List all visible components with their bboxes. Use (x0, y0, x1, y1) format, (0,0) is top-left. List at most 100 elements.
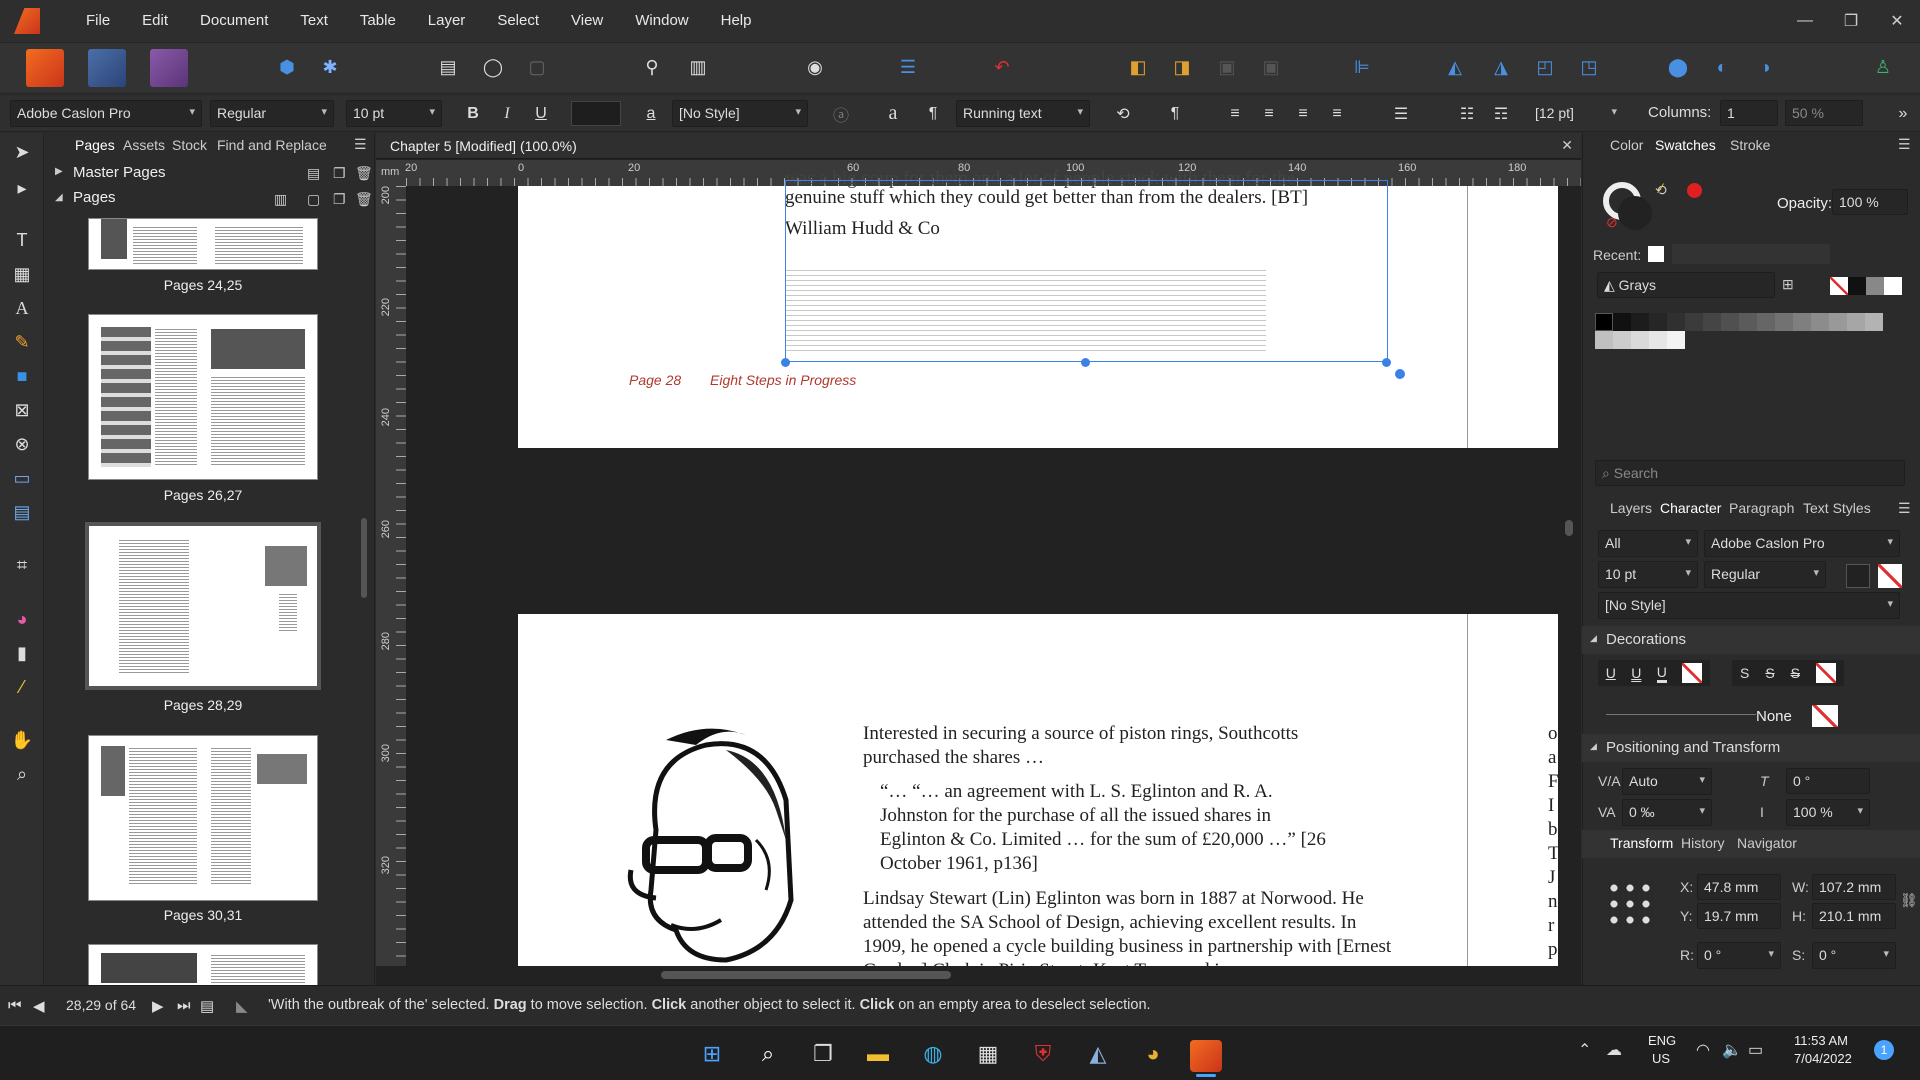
close-document-icon[interactable]: ✕ (1561, 137, 1573, 154)
hand-tool-icon[interactable]: ✋ (10, 728, 34, 752)
spread-thumbnail-24-25[interactable] (88, 218, 318, 270)
move-tool-icon[interactable]: ➤ (10, 140, 34, 164)
width-input[interactable]: 107.2 mm (1812, 874, 1896, 900)
battery-icon[interactable]: ▭ (1748, 1040, 1763, 1060)
align-left-icon[interactable]: ≡ (1222, 100, 1248, 127)
fill-color-well[interactable] (1618, 196, 1652, 230)
underline-double-icon[interactable]: U (1631, 665, 1641, 681)
arrange-front-icon[interactable]: ◧ (1123, 52, 1153, 82)
page-30-31-spread[interactable]: Interested in securing a source of pisto… (518, 614, 1558, 966)
selection-handle[interactable] (781, 358, 790, 367)
horizontal-scrollbar-thumb[interactable] (661, 971, 951, 979)
place-image-tool-icon[interactable]: ▭ (10, 466, 34, 490)
white-swatch[interactable] (1884, 277, 1902, 295)
photo-persona-icon[interactable] (88, 48, 126, 87)
bullet-list-icon[interactable]: ☷ (1454, 100, 1480, 127)
table-tool-icon[interactable]: ▦ (10, 262, 34, 286)
expand-master-pages-icon[interactable]: ▶ (55, 166, 63, 177)
vertical-scrollbar-thumb[interactable] (1565, 520, 1573, 536)
page-options-icon[interactable]: ▤ (200, 997, 214, 1015)
chrome-icon[interactable]: ◕ (1135, 1036, 1171, 1072)
tab-history[interactable]: History (1681, 835, 1725, 851)
strike-single-icon[interactable]: S (1765, 665, 1774, 681)
close-window-button[interactable]: ✕ (1874, 0, 1920, 42)
justify-icon[interactable]: ≡ (1324, 100, 1350, 127)
none-swatch[interactable] (1830, 277, 1848, 295)
tab-stroke[interactable]: Stroke (1730, 137, 1770, 153)
zoom-tool-icon[interactable]: ⌕ (10, 762, 34, 786)
align-icon[interactable]: ⊫ (1347, 52, 1377, 82)
menu-document[interactable]: Document (184, 0, 284, 42)
char-format-button[interactable]: a (880, 100, 906, 127)
spread-thumbnail-28-29-selected[interactable] (85, 522, 321, 690)
recent-swatch[interactable] (1648, 246, 1664, 262)
add-page-icon[interactable]: ▢ (307, 191, 320, 208)
body-paragraph[interactable]: Interested in securing a source of pisto… (863, 722, 1323, 770)
character-style-select-panel[interactable]: [No Style] (1598, 592, 1900, 619)
preflight-icon[interactable]: ▤ (433, 52, 463, 82)
publisher-persona-icon[interactable] (26, 48, 64, 87)
tab-stock[interactable]: Stock (172, 137, 207, 153)
boolean-intersect-icon[interactable]: ◑ (1750, 52, 1780, 82)
shear-input[interactable]: 0 ° (1786, 768, 1870, 794)
spread-thumbnail-30-31[interactable] (88, 735, 318, 901)
menu-table[interactable]: Table (344, 0, 412, 42)
store-icon[interactable]: ▦ (970, 1036, 1006, 1072)
menu-view[interactable]: View (555, 0, 619, 42)
font-family-select[interactable]: Adobe Caslon Pro (10, 100, 202, 127)
delete-page-icon[interactable]: 🗑 (355, 191, 373, 208)
decorations-section[interactable]: Decorations (1582, 626, 1920, 654)
caricature-illustration[interactable] (626, 720, 796, 966)
picked-color-swatch[interactable] (1687, 183, 1702, 198)
strike-color-swatch[interactable] (1815, 663, 1836, 683)
block-quote[interactable]: “… “… an agreement with L. S. Eglinton a… (880, 780, 1330, 876)
add-master-icon[interactable]: ▤ (307, 165, 320, 182)
duplicate-page-icon[interactable]: ❐ (333, 191, 346, 208)
tab-swatches[interactable]: Swatches (1655, 137, 1716, 153)
swatch-search-input[interactable]: ⌕ Search (1595, 460, 1905, 486)
rotate-right-icon[interactable]: ◳ (1574, 52, 1604, 82)
page-indicator[interactable]: 28,29 of 64 (66, 997, 136, 1013)
table-of-contents-icon[interactable]: ▤ (10, 500, 34, 524)
panel-menu-icon[interactable]: ☰ (354, 136, 367, 153)
underline-color-swatch[interactable] (1682, 663, 1703, 683)
next-page-icon[interactable]: ▶ (152, 997, 164, 1015)
black-swatch[interactable] (1848, 277, 1866, 295)
strike-double-icon[interactable]: S (1791, 665, 1800, 681)
tray-chevron-icon[interactable]: ⌃ (1578, 1040, 1591, 1060)
kerning-select[interactable]: Auto (1622, 768, 1712, 795)
menu-layer[interactable]: Layer (412, 0, 482, 42)
node-tool-icon[interactable]: ▸ (10, 176, 34, 200)
panel-menu-icon[interactable]: ☰ (1898, 500, 1911, 517)
rotate-left-icon[interactable]: ◰ (1530, 52, 1560, 82)
onedrive-icon[interactable]: ☁ (1606, 1040, 1622, 1060)
tab-layers[interactable]: Layers (1610, 500, 1652, 516)
menu-help[interactable]: Help (705, 0, 768, 42)
windows-start-icon[interactable]: ⊞ (694, 1036, 730, 1072)
anchor-point-selector[interactable] (1606, 880, 1654, 928)
minimize-button[interactable]: — (1782, 0, 1828, 42)
restore-button[interactable]: ❐ (1828, 0, 1874, 42)
align-center-icon[interactable]: ≡ (1256, 100, 1282, 127)
align-right-icon[interactable]: ≡ (1290, 100, 1316, 127)
frame-text-icon[interactable]: ☰ (893, 52, 923, 82)
italic-button[interactable]: I (494, 100, 520, 127)
panel-menu-icon[interactable]: ☰ (1898, 136, 1911, 153)
leading-select[interactable]: [12 pt] (1528, 100, 1624, 127)
color-picker-icon[interactable]: ⁄ (1660, 180, 1662, 196)
positioning-section[interactable]: Positioning and Transform (1582, 734, 1920, 762)
flip-horizontal-icon[interactable]: ◭ (1440, 52, 1470, 82)
master-pages-label[interactable]: Master Pages (73, 164, 166, 181)
x-position-input[interactable]: 47.8 mm (1697, 874, 1781, 900)
pin-icon[interactable]: ⚲ (637, 52, 667, 82)
notification-badge[interactable]: 1 (1874, 1040, 1894, 1060)
selected-text-frame[interactable] (785, 180, 1388, 362)
menu-window[interactable]: Window (619, 0, 704, 42)
pages-scrollbar[interactable] (361, 518, 367, 598)
spread-thumbnail-26-27[interactable] (88, 314, 318, 480)
edge-browser-icon[interactable]: ◍ (915, 1036, 951, 1072)
character-scope-select[interactable]: All (1598, 530, 1698, 557)
affinity-publisher-taskbar-icon[interactable] (1190, 1040, 1222, 1072)
tab-navigator[interactable]: Navigator (1737, 835, 1797, 851)
horizontal-scrollbar-track[interactable] (406, 966, 1581, 985)
